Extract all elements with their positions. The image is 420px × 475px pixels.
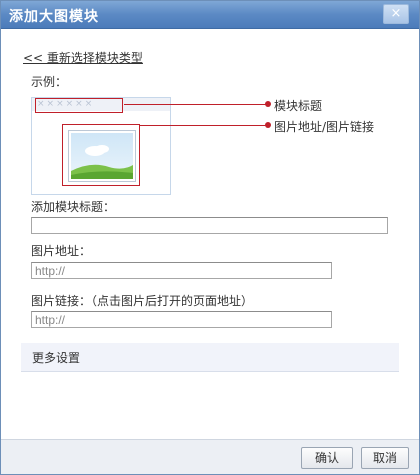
callout-module-title: 模块标题 [274,99,323,113]
landscape-image-icon [71,133,133,179]
image-callout-leader [139,125,267,126]
example-label: 示例： [31,75,68,89]
title-callout-dot [265,101,271,107]
close-icon: × [390,6,402,21]
more-settings-section[interactable]: 更多设置 [21,343,399,372]
image-address-label: 图片地址： [31,244,92,258]
more-settings-label[interactable]: 更多设置 [32,349,80,366]
add-large-image-module-dialog: 添加大图模块 × << 重新选择模块类型 示例： ×××××× 模块标题 图片地… [0,0,420,475]
image-link-label: 图片链接：（点击图片后打开的页面地址） [31,294,254,308]
reselect-module-type-link[interactable]: << 重新选择模块类型 [23,49,143,66]
example-title-highlight [35,98,123,113]
example-preview: ×××××× [31,97,171,195]
confirm-button[interactable]: 确认 [301,447,353,469]
dialog-titlebar[interactable]: 添加大图模块 × [1,1,419,29]
close-button[interactable]: × [383,4,409,24]
image-address-input[interactable] [31,262,332,279]
module-title-label: 添加模块标题： [31,200,116,214]
image-callout-dot [265,122,271,128]
title-callout-leader [124,104,267,105]
image-link-input[interactable] [31,311,332,328]
dialog-title: 添加大图模块 [9,9,99,25]
dialog-footer: 确认 取消 [1,439,419,474]
cancel-button[interactable]: 取消 [361,447,409,469]
module-title-input[interactable] [31,217,388,234]
dialog-content: << 重新选择模块类型 示例： ×××××× 模块标题 图片地址/图片链接 添加… [1,29,419,439]
example-image [68,130,136,182]
callout-image-address-link: 图片地址/图片链接 [274,120,375,134]
